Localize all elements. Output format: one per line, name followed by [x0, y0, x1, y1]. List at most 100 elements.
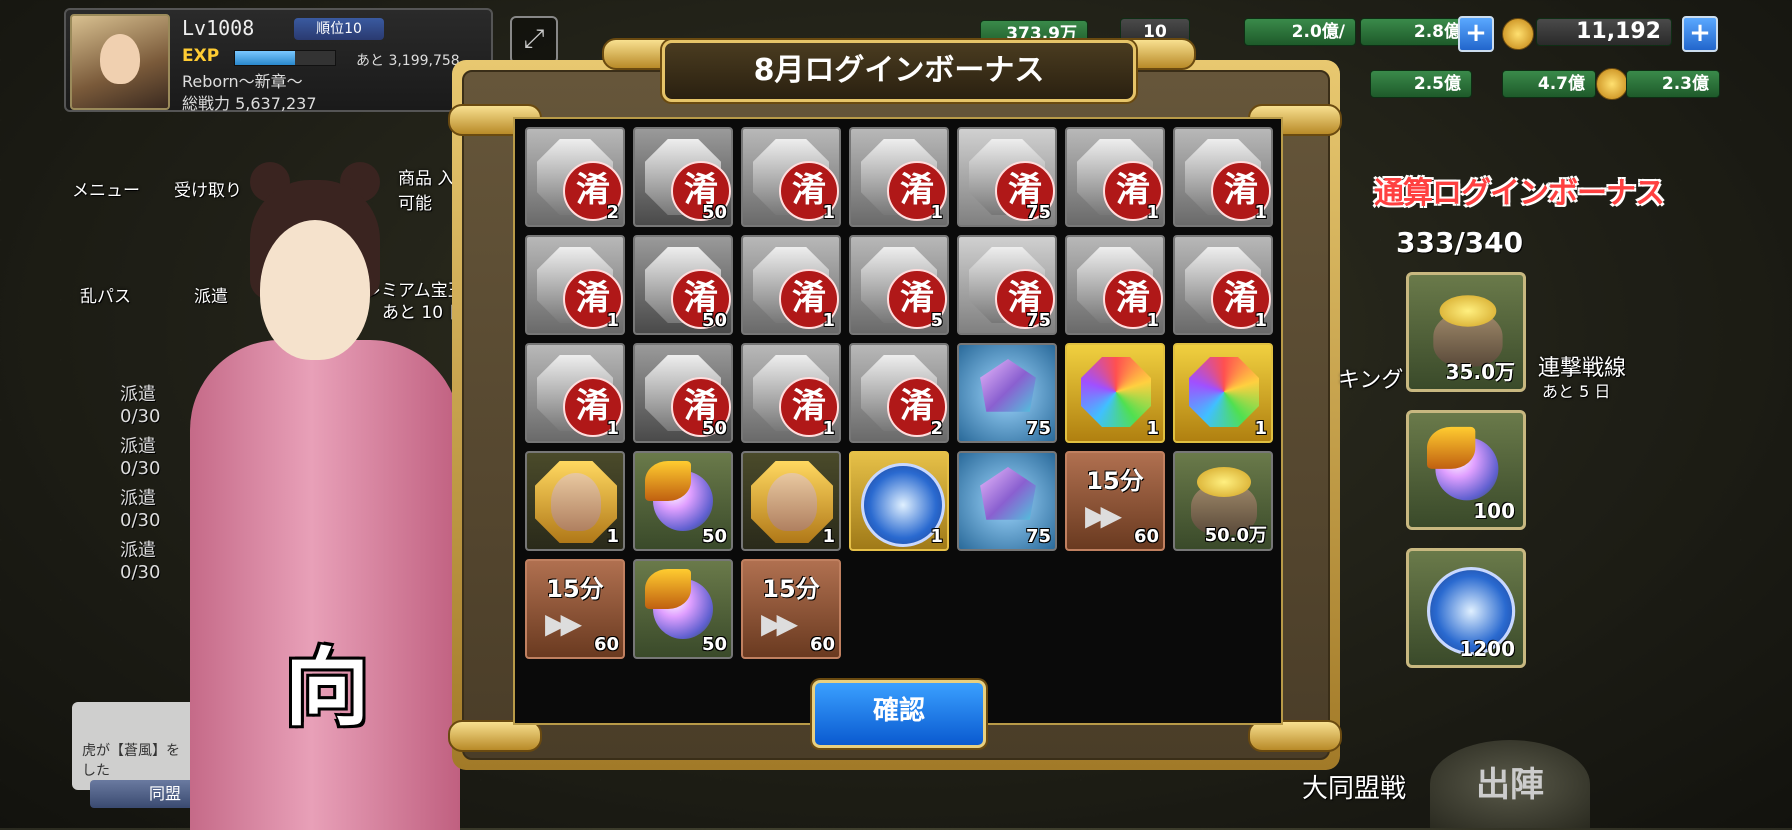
exp-remaining: あと 3,199,758: [356, 53, 460, 69]
dispatch-row[interactable]: 派遣 0/30: [120, 540, 160, 584]
reward-count: 1: [930, 526, 943, 547]
reward-cell[interactable]: 1: [741, 451, 841, 551]
dispatch-row-label: 派遣: [120, 436, 156, 457]
expand-icon[interactable]: ⤢: [510, 16, 558, 64]
orb-wing-icon: [1427, 426, 1476, 469]
reward-count: 50: [701, 418, 727, 439]
reward-cell[interactable]: 淆1: [741, 343, 841, 443]
reward-cell[interactable]: 50.0万: [1173, 451, 1273, 551]
reward-count: 1: [1254, 202, 1267, 223]
login-bonus-modal: 8月ログインボーナス 淆 2 淆 50 淆 1 淆 1 淆 75 淆 1 淆 1 淆 1 淆 50 淆 1 淆 5 淆 75 淆…: [448, 38, 1342, 770]
reward-count: 50.0万: [1204, 525, 1267, 546]
reward-count: 2: [930, 418, 943, 439]
total-power: 総戦力 5,637,237: [182, 94, 317, 113]
player-card[interactable]: Lv1008 順位10 EXP あと 3,199,758 Reborn～新章～ …: [64, 8, 493, 113]
reward-cell[interactable]: 1: [525, 451, 625, 551]
confirm-button[interactable]: 確認: [812, 680, 986, 748]
reward-cell[interactable]: 淆 50: [633, 127, 733, 227]
reward-count: 1: [606, 526, 619, 547]
reward-count: 1: [822, 310, 835, 331]
resource-bar-4: 2.8億: [1360, 18, 1472, 46]
reward-cell[interactable]: 淆5: [849, 235, 949, 335]
reward-count: 75: [1025, 310, 1051, 331]
reward-cell[interactable]: 15分 ▶▶ 60: [525, 559, 625, 659]
reward-cell[interactable]: 15分 ▶▶ 60: [741, 559, 841, 659]
reward-cell[interactable]: 1: [1065, 343, 1165, 443]
reward-cell[interactable]: 淆 50: [633, 343, 733, 443]
menu-label[interactable]: メニュー: [72, 176, 140, 201]
reward-cell[interactable]: 淆 50: [633, 235, 733, 335]
reward-cell[interactable]: 75: [957, 451, 1057, 551]
timer-label: 15分: [762, 575, 820, 603]
reward-count: 1: [1146, 202, 1159, 223]
cumulative-reward-cell[interactable]: 100: [1406, 410, 1526, 530]
alliance-battle-label[interactable]: 大同盟戦: [1302, 768, 1406, 805]
gold-coins-icon: [1197, 467, 1251, 497]
dispatch-row[interactable]: 派遣 0/30: [120, 436, 160, 480]
dispatch-row[interactable]: 派遣 0/30: [120, 488, 160, 532]
reward-count: 60: [1133, 526, 1159, 547]
ran-pass-label[interactable]: 乱パス: [80, 282, 131, 307]
reward-count: 1: [1146, 310, 1159, 331]
resource-value-4: 2.8億: [1413, 22, 1461, 42]
crystal-icon: [980, 359, 1036, 412]
cumulative-reward-cell[interactable]: 35.0万: [1406, 272, 1526, 392]
reward-cell[interactable]: 淆1: [1173, 235, 1273, 335]
reward-cell[interactable]: 75: [957, 343, 1057, 443]
reward-count: 50: [701, 526, 727, 547]
reward-count: 75: [1025, 418, 1051, 439]
character-face: [260, 220, 370, 360]
orb-wing-icon: [645, 569, 691, 609]
gold-count: 11,192: [1576, 19, 1661, 44]
cumulative-reward-count: 35.0万: [1445, 360, 1515, 384]
resource-value-6: 4.7億: [1537, 74, 1585, 94]
resource-bar-7: 2.3億: [1626, 70, 1720, 98]
cumulative-reward-cell[interactable]: 1200: [1406, 548, 1526, 668]
reward-count: 50: [701, 634, 727, 655]
reward-cell[interactable]: 淆1: [1173, 127, 1273, 227]
reward-cell[interactable]: 淆2: [525, 127, 625, 227]
reward-cell[interactable]: 50: [633, 451, 733, 551]
add-resource-button[interactable]: +: [1458, 16, 1494, 52]
reward-count: 50: [701, 310, 727, 331]
rainbow-medal-icon: [1189, 357, 1259, 427]
reward-cell[interactable]: 淆1: [525, 235, 625, 335]
portrait-icon: [767, 473, 817, 531]
reward-cell[interactable]: 淆 75: [957, 127, 1057, 227]
modal-title-plate: 8月ログインボーナス: [662, 40, 1136, 102]
exp-label: EXP: [182, 46, 220, 66]
resource-bar-5: 2.5億: [1370, 70, 1472, 98]
fast-forward-icon: ▶▶: [545, 607, 582, 640]
dispatch-row[interactable]: 派遣 0/30: [120, 384, 160, 428]
reward-cell[interactable]: 淆1: [525, 343, 625, 443]
player-avatar[interactable]: [70, 14, 170, 110]
reward-count: 60: [593, 634, 619, 655]
reward-cell[interactable]: 淆1: [741, 235, 841, 335]
dispatch-row-value: 0/30: [120, 510, 161, 531]
character-robe: [190, 340, 460, 830]
cumulative-progress: 333/340: [1396, 226, 1524, 259]
reward-count: 5: [930, 310, 943, 331]
reward-count: 75: [1025, 202, 1051, 223]
reward-cell[interactable]: 淆1: [849, 127, 949, 227]
reward-cell[interactable]: 1: [1173, 343, 1273, 443]
reward-count: 2: [606, 202, 619, 223]
reward-cell[interactable]: 淆1: [1065, 235, 1165, 335]
deploy-button[interactable]: 出陣: [1430, 740, 1590, 828]
reward-cell[interactable]: 淆1: [741, 127, 841, 227]
reward-cell[interactable]: 淆1: [1065, 127, 1165, 227]
dispatch-row-value: 0/30: [120, 458, 161, 479]
reward-cell[interactable]: 淆2: [849, 343, 949, 443]
exp-bar-fill: [235, 51, 295, 65]
reward-cell[interactable]: 15分 ▶▶ 60: [1065, 451, 1165, 551]
fast-forward-icon: ▶▶: [761, 607, 798, 640]
ranking-label[interactable]: キング: [1338, 362, 1403, 394]
reward-cell[interactable]: 1: [849, 451, 949, 551]
reward-cell[interactable]: 淆 75: [957, 235, 1057, 335]
dispatch-row-label: 派遣: [120, 384, 156, 405]
reward-count: 50: [701, 202, 727, 223]
add-gold-button[interactable]: +: [1682, 16, 1718, 52]
reward-cell[interactable]: 50: [633, 559, 733, 659]
reward-count: 1: [1254, 418, 1267, 439]
timer-label: 15分: [1086, 467, 1144, 495]
